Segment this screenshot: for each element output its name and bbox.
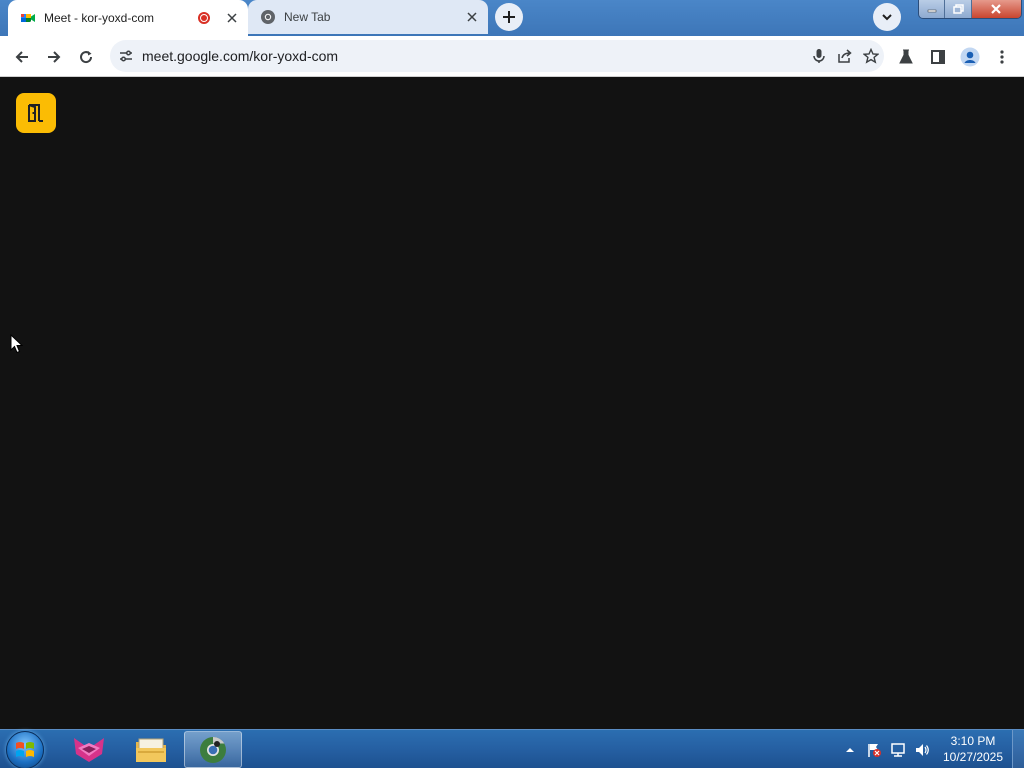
meet-page: [0, 77, 1024, 729]
chrome-icon: [200, 736, 226, 763]
forward-button[interactable]: [41, 44, 67, 70]
browser-toolbar: meet.google.com/kor-yoxd-com: [0, 36, 1024, 77]
back-button[interactable]: [9, 44, 35, 70]
share-icon[interactable]: [832, 43, 858, 69]
google-meet-icon: [20, 10, 36, 26]
speaker-icon: [916, 743, 929, 756]
windows-taskbar: 3:10 PM 10/27/2025: [0, 729, 1024, 768]
arrow-right-icon: [48, 51, 61, 63]
taskbar-app-extension[interactable]: [60, 731, 118, 768]
avatar-icon: [960, 47, 980, 67]
bookmark-star-icon[interactable]: [858, 43, 884, 69]
chevron-down-icon: [882, 14, 892, 21]
close-icon: [991, 4, 1002, 14]
tab-title: New Tab: [284, 10, 331, 24]
file-explorer-icon: [136, 738, 166, 762]
arrow-left-icon: [15, 51, 28, 63]
reload-icon: [80, 51, 93, 64]
taskbar-app-chrome[interactable]: [184, 731, 242, 768]
microphone-icon[interactable]: [806, 43, 832, 69]
window-controls: [918, 0, 1022, 19]
site-settings-icon[interactable]: [118, 48, 134, 64]
taskbar-app-file-explorer[interactable]: [122, 731, 180, 768]
network-icon: [891, 742, 905, 757]
door-exit-icon: [28, 104, 43, 122]
chevron-up-icon: [846, 747, 854, 752]
windows-logo-icon: [16, 742, 34, 757]
mouse-cursor-icon: [10, 334, 24, 354]
tab-new-tab[interactable]: New Tab: [248, 0, 488, 34]
more-vert-icon: [1000, 50, 1004, 64]
reload-button[interactable]: [73, 44, 99, 70]
start-button[interactable]: [6, 731, 44, 768]
recording-indicator-icon: [198, 12, 210, 24]
leave-call-button[interactable]: [16, 93, 56, 133]
browser-extension-app-icon: [74, 737, 104, 762]
tab-search-button[interactable]: [873, 3, 901, 31]
tab-meet[interactable]: Meet - kor-yoxd-com: [8, 0, 248, 36]
action-center-flag-icon: [868, 743, 881, 757]
labs-button[interactable]: [893, 44, 919, 70]
show-hidden-icons-button[interactable]: [842, 730, 858, 768]
profile-button[interactable]: [957, 44, 983, 70]
new-tab-button[interactable]: [495, 3, 523, 31]
minimize-icon: [927, 9, 936, 13]
chrome-icon: [260, 9, 276, 25]
close-tab-icon[interactable]: [464, 9, 480, 25]
system-clock[interactable]: 3:10 PM 10/27/2025: [936, 733, 1010, 765]
minimize-button[interactable]: [919, 0, 946, 18]
close-tab-icon[interactable]: [224, 10, 240, 26]
volume-tray[interactable]: [912, 730, 932, 768]
action-center-tray[interactable]: [864, 730, 884, 768]
clock-date: 10/27/2025: [942, 750, 1004, 764]
side-panel-icon: [931, 50, 945, 64]
close-window-button[interactable]: [971, 0, 1021, 18]
address-bar[interactable]: meet.google.com/kor-yoxd-com: [110, 40, 884, 72]
plus-icon: [503, 11, 515, 23]
browser-menu-button[interactable]: [989, 44, 1015, 70]
browser-titlebar: Meet - kor-yoxd-com New Tab: [0, 0, 1024, 36]
flask-icon: [899, 49, 913, 64]
network-tray[interactable]: [888, 730, 908, 768]
url-text: meet.google.com/kor-yoxd-com: [142, 48, 339, 64]
restore-button[interactable]: [945, 0, 972, 18]
clock-time: 3:10 PM: [950, 734, 996, 748]
show-desktop-button[interactable]: [1012, 730, 1024, 768]
tab-title: Meet - kor-yoxd-com: [44, 11, 155, 25]
restore-icon: [952, 4, 964, 14]
side-panel-button[interactable]: [925, 44, 951, 70]
